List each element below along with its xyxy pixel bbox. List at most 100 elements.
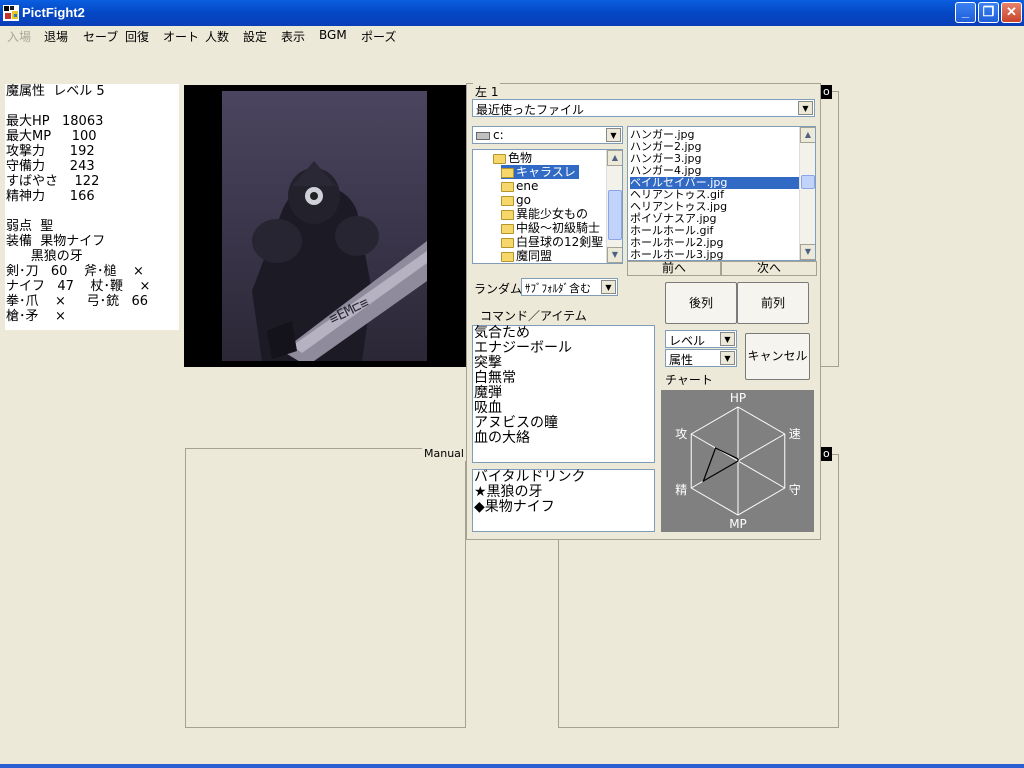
character-picture: ≡EM⊏≡ <box>184 85 467 367</box>
menu-bar: 入場 退場 セーブ 回復 オート 人数 設定 表示 BGM ポーズ <box>0 26 1024 45</box>
drive-icon <box>476 131 490 140</box>
scroll-thumb[interactable] <box>801 175 815 189</box>
character-art: ≡EM⊏≡ <box>222 91 427 361</box>
folder-icon <box>501 237 514 248</box>
window-title: PictFight2 <box>22 5 85 20</box>
radar-chart: HP 速守 MP 精 攻 <box>661 390 814 532</box>
taskbar-edge <box>0 764 1024 768</box>
folder-item[interactable]: キャラスレ <box>501 165 579 179</box>
folder-icon <box>501 181 514 192</box>
manual-tag: Manual <box>422 447 466 461</box>
stats-line: 黒狼の牙 <box>6 249 83 264</box>
menu-auto[interactable]: オート <box>163 28 199 45</box>
manual-frame <box>185 448 466 728</box>
scroll-down-icon[interactable]: ▼ <box>607 247 622 263</box>
menu-exit[interactable]: 退場 <box>44 28 68 45</box>
folder-label: go <box>516 193 531 207</box>
radar-axis-label: 精 <box>675 483 687 497</box>
drive-value: c: <box>476 128 504 142</box>
item-entry[interactable]: バイタルドリンク <box>473 470 654 485</box>
folder-open-icon <box>493 153 506 164</box>
random-label: ランダム <box>474 282 523 296</box>
recent-files-combo[interactable]: 最近使ったファイル ▼ <box>472 99 815 117</box>
folder-label: 異能少女もの <box>516 207 589 221</box>
scroll-up-icon[interactable]: ▲ <box>800 127 815 143</box>
folder-icon <box>501 195 514 206</box>
restore-button[interactable]: ❐ <box>978 2 999 23</box>
folder-item[interactable]: 中級〜初級騎士 <box>501 221 600 235</box>
command-item[interactable]: 吸血 <box>473 401 654 416</box>
folder-tree[interactable]: 色物 キャラスレ ene go 異能少女もの 中級〜初級騎士 白昼球の12剣聖 … <box>472 149 623 264</box>
close-button[interactable]: ✕ <box>1001 2 1022 23</box>
front-row-button[interactable]: 前列 <box>737 282 809 324</box>
item-list[interactable]: バイタルドリンク ★黒狼の牙 ◆果物ナイフ <box>472 469 655 532</box>
chevron-down-icon[interactable]: ▼ <box>601 280 616 294</box>
folder-item[interactable]: 白昼球の12剣聖 <box>501 235 603 249</box>
folder-open-icon <box>501 167 514 178</box>
folder-item[interactable]: 異能少女もの <box>501 207 588 221</box>
menu-save[interactable]: セーブ <box>83 28 118 45</box>
command-item[interactable]: 魔弾 <box>473 386 654 401</box>
command-item[interactable]: 突撃 <box>473 356 654 371</box>
chevron-down-icon[interactable]: ▼ <box>798 101 813 115</box>
command-list[interactable]: 気合ため エナジーボール 突撃 白無常 魔弾 吸血 アヌビスの瞳 血の大絡 <box>472 325 655 463</box>
folder-label: ene <box>516 179 539 193</box>
command-item[interactable]: 血の大絡 <box>473 431 654 446</box>
file-scrollbar[interactable]: ▲ ▼ <box>799 127 815 260</box>
chevron-down-icon[interactable]: ▼ <box>720 332 735 346</box>
next-button[interactable]: 次へ <box>721 261 817 276</box>
folder-icon <box>501 223 514 234</box>
drive-label: c: <box>493 128 504 142</box>
folder-label: 白昼球の12剣聖 <box>516 235 604 249</box>
command-item[interactable]: エナジーボール <box>473 341 654 356</box>
chevron-down-icon[interactable]: ▼ <box>720 351 735 365</box>
menu-count[interactable]: 人数 <box>205 28 229 45</box>
chevron-down-icon[interactable]: ▼ <box>606 128 621 142</box>
command-item[interactable]: 白無常 <box>473 371 654 386</box>
minimize-button[interactable]: _ <box>955 2 976 23</box>
menu-settings[interactable]: 設定 <box>243 28 267 45</box>
sort-attribute-combo[interactable]: 属性 ▼ <box>665 349 737 367</box>
menu-pause[interactable]: ポーズ <box>361 28 396 45</box>
folder-item[interactable]: 色物 <box>493 151 532 165</box>
scroll-down-icon[interactable]: ▼ <box>800 244 815 260</box>
drive-combo[interactable]: c: ▼ <box>472 126 623 144</box>
command-item[interactable]: 気合ため <box>473 326 654 341</box>
command-item[interactable]: アヌビスの瞳 <box>473 416 654 431</box>
right-upper-tag: o <box>821 85 832 99</box>
stats-line: 攻撃力 192 <box>6 144 95 159</box>
folder-item[interactable]: go <box>501 193 531 207</box>
stats-line: 守備力 243 <box>6 159 95 174</box>
menu-bgm[interactable]: BGM <box>319 28 347 42</box>
recent-files-value: 最近使ったファイル <box>476 103 585 117</box>
panel-title: 左 1 <box>473 83 501 100</box>
right-lower-tag: o <box>821 447 832 461</box>
item-entry[interactable]: ★黒狼の牙 <box>473 485 654 500</box>
folder-label: 中級〜初級騎士 <box>516 221 601 235</box>
folder-item[interactable]: 魔同盟 <box>501 249 552 263</box>
right-upper-frame <box>821 91 839 367</box>
stats-line: 装備 果物ナイフ <box>6 234 106 249</box>
folder-item[interactable]: ene <box>501 179 538 193</box>
folder-label: 魔同盟 <box>516 249 553 263</box>
stats-line: ナイフ 47 杖･鞭 × <box>6 279 151 294</box>
menu-enter[interactable]: 入場 <box>7 28 31 45</box>
cancel-button[interactable]: キャンセル <box>745 333 810 380</box>
sort-attribute-value: 属性 <box>669 353 694 367</box>
folder-scrollbar[interactable]: ▲ ▼ <box>606 150 622 263</box>
scroll-thumb[interactable] <box>608 190 622 240</box>
prev-button[interactable]: 前へ <box>627 261 721 276</box>
stats-line: すばやさ 122 <box>6 174 100 189</box>
sort-level-combo[interactable]: レベル ▼ <box>665 330 737 348</box>
item-entry[interactable]: ◆果物ナイフ <box>473 500 654 515</box>
file-item[interactable]: ホールホール3.jpg <box>630 249 724 261</box>
random-combo[interactable]: ｻﾌﾞﾌｫﾙﾀﾞ含む ▼ <box>521 278 618 296</box>
radar-axis-label: HP <box>730 391 746 405</box>
menu-recover[interactable]: 回復 <box>125 28 149 45</box>
menu-view[interactable]: 表示 <box>281 28 305 45</box>
scroll-up-icon[interactable]: ▲ <box>607 150 622 166</box>
radar-axis-label: 速 <box>789 427 801 441</box>
file-list[interactable]: ハンガー.jpg ハンガー2.jpg ハンガー3.jpg ハンガー4.jpg ベ… <box>627 126 816 261</box>
stats-line: 最大HP 18063 <box>6 114 104 129</box>
back-row-button[interactable]: 後列 <box>665 282 737 324</box>
